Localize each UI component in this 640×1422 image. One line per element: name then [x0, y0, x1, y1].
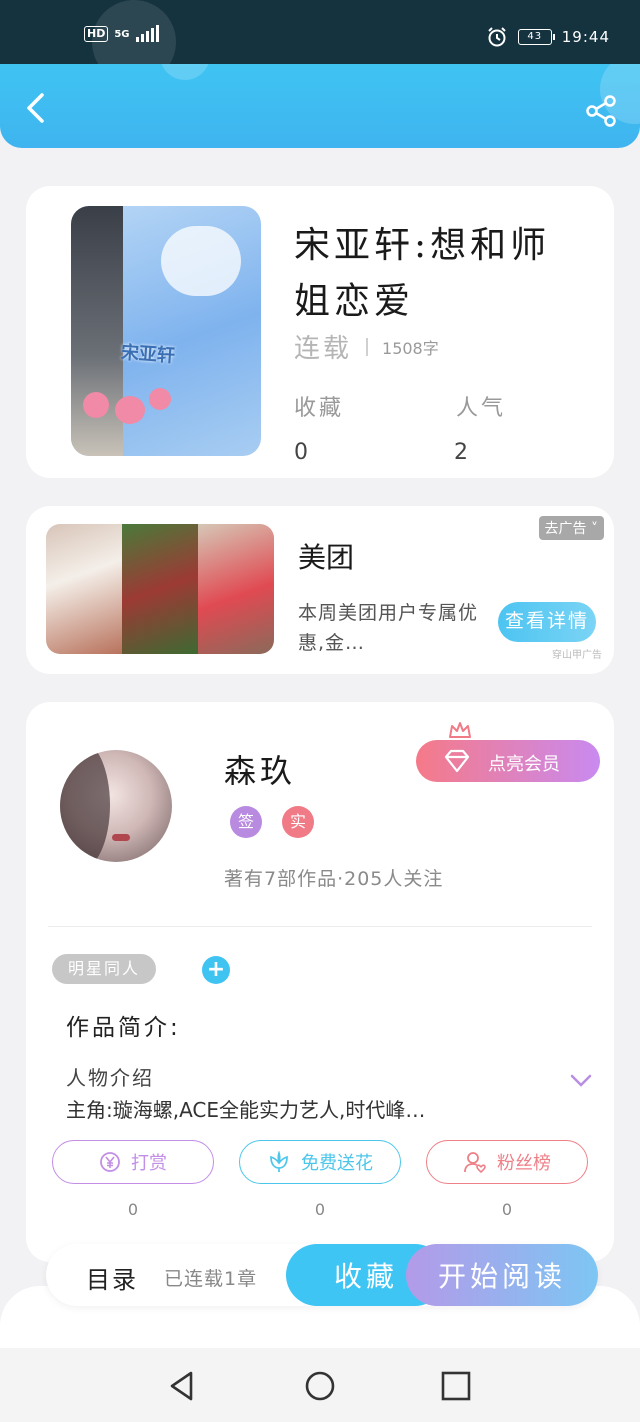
favorites-label: 收藏 [294, 396, 345, 421]
intro-line-2: 主角:璇海螺,ACE全能实力艺人,时代峰… [66, 1098, 426, 1122]
vip-button-label: 点亮会员 [488, 754, 560, 774]
signal-icon [135, 25, 159, 42]
signed-badge: 签 [230, 806, 262, 838]
clock: 19:44 [561, 28, 610, 46]
status-right: 43 19:44 [486, 26, 610, 48]
author-card: 森玖 签 实 著有7部作品·205人关注 点亮会员 明星同人 + 作品简介: 人… [26, 702, 614, 1262]
cover-text: 宋亚轩 [120, 342, 176, 367]
avatar-hair [60, 750, 110, 862]
ad-title: 美团 [298, 541, 355, 574]
share-button[interactable] [584, 94, 618, 128]
cover-photo-strip [71, 206, 123, 456]
flower-count: 0 [314, 1200, 326, 1219]
cover-flower [149, 388, 171, 410]
ad-detail-button[interactable]: 查看详情 [498, 602, 596, 642]
book-cover[interactable]: 宋亚轩 [71, 206, 261, 456]
book-meta: 连载 1508字 [294, 328, 439, 365]
author-avatar[interactable] [60, 750, 172, 862]
send-flower-label: 免费送花 [301, 1153, 373, 1174]
ad-card[interactable]: 美团 本周美团用户专属优惠,金… 去广告 ˅ 查看详情 穿山甲广告 [26, 506, 614, 674]
network-type: 5G [114, 28, 130, 40]
fan-ranking-button[interactable]: 粉丝榜 [426, 1140, 588, 1184]
vip-button[interactable]: 点亮会员 [416, 740, 600, 782]
genre-tag[interactable]: 明星同人 [52, 954, 157, 984]
bottom-action-bar: 目录 已连载1章 收藏 开始阅读 [46, 1244, 598, 1306]
meta-divider [366, 337, 369, 356]
send-flower-button[interactable]: 免费送花 [239, 1140, 401, 1184]
intro-heading: 作品简介: [66, 1015, 181, 1041]
recents-square-icon[interactable] [440, 1370, 472, 1402]
fan-user-icon [464, 1152, 486, 1174]
system-nav-bar [0, 1348, 640, 1422]
flower-icon [270, 1151, 288, 1172]
fan-ranking-label: 粉丝榜 [497, 1153, 551, 1174]
cover-cloud [161, 226, 241, 296]
intro-line-1: 人物介绍 [66, 1066, 154, 1090]
hd-badge: HD [84, 26, 109, 42]
decor-bubble [160, 64, 210, 80]
book-info-card: 宋亚轩 宋亚轩:想和师姐恋爱 连载 1508字 收藏 人气 0 2 [26, 186, 614, 478]
battery-icon: 43 [517, 29, 555, 45]
tip-count: 0 [127, 1200, 139, 1219]
crown-icon [449, 722, 471, 738]
table-of-contents-button[interactable]: 目录 [86, 1260, 138, 1295]
ad-image[interactable] [46, 524, 274, 654]
author-stats: 著有7部作品·205人关注 [224, 868, 444, 890]
start-reading-button[interactable]: 开始阅读 [406, 1244, 598, 1306]
popularity-label: 人气 [456, 396, 507, 421]
author-name[interactable]: 森玖 [224, 746, 296, 792]
ad-description: 本周美团用户专属优惠,金… [298, 602, 479, 654]
tip-button[interactable]: 打赏 [52, 1140, 214, 1184]
add-tag-button[interactable]: + [202, 956, 230, 984]
book-title: 宋亚轩:想和师姐恋爱 [294, 225, 551, 322]
chapter-progress[interactable]: 已连载1章 [164, 1264, 257, 1291]
ad-source: 穿山甲广告 [552, 650, 602, 661]
remove-ad-button[interactable]: 去广告 ˅ [538, 516, 604, 540]
word-count: 1508字 [382, 338, 439, 358]
app-header [0, 64, 640, 148]
cover-flower [115, 396, 145, 424]
cover-flower [83, 392, 109, 418]
back-triangle-icon[interactable] [166, 1370, 198, 1402]
yen-coin-icon [100, 1152, 120, 1172]
diamond-icon [444, 749, 470, 773]
verified-badge: 实 [282, 806, 314, 838]
avatar-lip [112, 834, 130, 841]
favorites-value: 0 [294, 440, 308, 465]
alarm-icon [488, 27, 506, 47]
serial-status: 连载 [294, 334, 353, 364]
fan-count: 0 [501, 1200, 513, 1219]
section-divider [48, 926, 592, 927]
home-circle-icon[interactable] [304, 1370, 336, 1402]
chevron-down-icon[interactable] [570, 1074, 592, 1088]
tip-label: 打赏 [131, 1153, 167, 1174]
back-button[interactable] [20, 92, 52, 124]
popularity-value: 2 [454, 440, 468, 465]
status-left: HD 5G [84, 25, 159, 42]
status-bar: HD 5G 43 19:44 [0, 0, 640, 84]
